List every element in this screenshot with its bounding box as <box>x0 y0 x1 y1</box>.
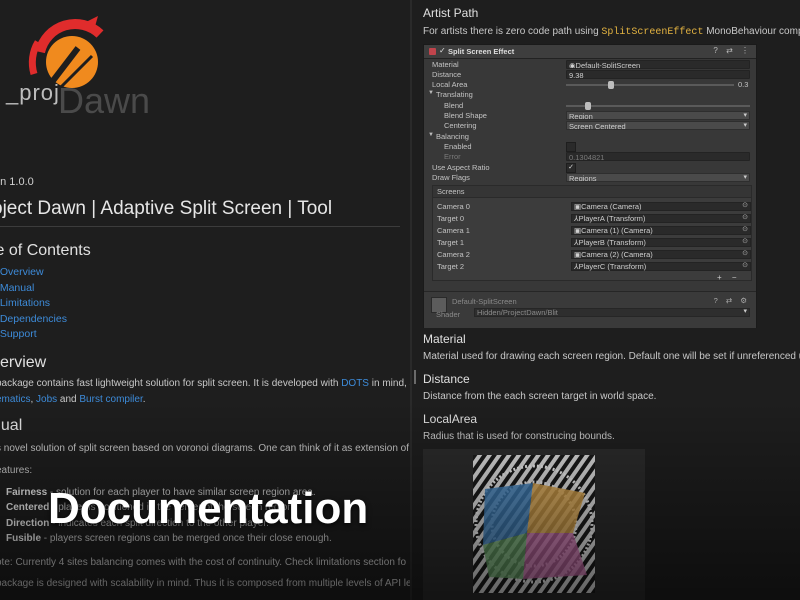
camera-1-field[interactable]: ▣Camera (1) (Camera) <box>571 226 751 235</box>
artist-path-text: For artists there is zero code path usin… <box>423 26 800 38</box>
aspect-ratio-row: Use Aspect Ratio ✓ <box>424 163 756 173</box>
shader-dropdown[interactable]: Hidden/ProjectDawn/Blit <box>474 308 750 317</box>
shader-label: Shader <box>436 310 461 319</box>
logo-proj-text: _proj <box>6 80 60 105</box>
error-field: 0.1304821 <box>566 152 750 161</box>
overview-line-2: ematics, Jobs and Burst compiler. <box>0 394 146 405</box>
slider-knob[interactable] <box>585 102 592 110</box>
toc-item[interactable]: . Manual <box>0 282 67 298</box>
enabled-checkbox[interactable] <box>566 142 576 152</box>
blend-slider[interactable] <box>566 102 750 110</box>
unity-inspector-screenshot: ✓ Split Screen Effect ? ⇄ ⋮ Material ◉De… <box>423 44 757 328</box>
toc-link-support[interactable]: Support <box>0 328 37 340</box>
aspect-ratio-checkbox[interactable]: ✓ <box>566 163 576 173</box>
dots-link[interactable]: DOTS <box>341 378 369 389</box>
jobs-link[interactable]: Jobs <box>36 394 57 405</box>
enabled-row: Enabled <box>424 142 756 152</box>
distance-description: Distance from the each screen target in … <box>423 391 657 402</box>
toc-link-limitations[interactable]: Limitations <box>0 297 50 309</box>
material-row: Material ◉Default-SplitScreen <box>424 60 756 70</box>
localarea-heading: LocalArea <box>423 412 478 426</box>
features-label: eatures: <box>0 465 33 476</box>
draw-flags-row: Draw Flags Regions <box>424 173 756 183</box>
screens-list: Screens Camera 0 ▣Camera (Camera) Target… <box>432 185 752 281</box>
split-screen-effect-code: SplitScreenEffect <box>601 27 704 38</box>
manual-scalability: package is designed with scalability in … <box>0 578 410 589</box>
target-1-field[interactable]: ⅄PlayerB (Transform) <box>571 238 751 247</box>
table-of-contents: . Overview . Manual . Limitations . Depe… <box>0 266 67 344</box>
blend-shape-dropdown[interactable]: Region <box>566 111 750 120</box>
local-area-row: Local Area 0.3 <box>424 80 756 90</box>
toc-link-manual[interactable]: Manual <box>0 282 34 294</box>
toc-item[interactable]: . Support <box>0 328 67 344</box>
title-divider <box>0 226 400 227</box>
target-0-field[interactable]: ⅄PlayerA (Transform) <box>571 214 751 223</box>
material-tools-icons[interactable]: ? ⇄ ⚙ <box>714 296 750 305</box>
list-item: Target 1 ⅄PlayerB (Transform) <box>437 238 769 248</box>
draw-flags-dropdown[interactable]: Regions <box>566 173 750 182</box>
distance-row: Distance 9.38 <box>424 70 756 80</box>
foldout-arrow-icon[interactable]: ▼ <box>428 132 434 138</box>
list-item: Camera 1 ▣Camera (1) (Camera) <box>437 226 769 236</box>
logo-dawn-text: Dawn <box>58 80 151 121</box>
artist-path-heading: Artist Path <box>423 6 479 20</box>
component-title: Split Screen Effect <box>448 47 515 56</box>
distance-input[interactable]: 9.38 <box>566 70 750 79</box>
script-icon <box>429 48 436 55</box>
material-name: Default-SplitScreen <box>452 297 517 306</box>
material-description: Material used for drawing each screen re… <box>423 351 800 362</box>
translating-row: ▼ Translating <box>428 90 473 99</box>
page-title: oject Dawn | Adaptive Split Screen | Too… <box>0 198 333 219</box>
toc-item[interactable]: . Limitations <box>0 297 67 313</box>
foldout-arrow-icon[interactable]: ▼ <box>428 90 434 96</box>
documentation-overlay-title: Documentation <box>48 484 369 533</box>
slider-knob[interactable] <box>608 81 615 89</box>
local-area-slider[interactable] <box>566 81 734 89</box>
overview-heading: verview <box>0 354 47 371</box>
mathematics-link[interactable]: ematics <box>0 394 30 405</box>
manual-note: ote: Currently 4 sites balancing comes w… <box>0 557 407 568</box>
material-heading: Material <box>423 332 466 346</box>
toc-item[interactable]: . Dependencies <box>0 313 67 329</box>
toc-item[interactable]: . Overview <box>0 266 67 282</box>
local-area-value: 0.3 <box>738 80 749 89</box>
list-item: Target 0 ⅄PlayerA (Transform) <box>437 214 769 224</box>
camera-0-field[interactable]: ▣Camera (Camera) <box>571 202 751 211</box>
overview-line-1: package contains fast lightweight soluti… <box>0 378 410 389</box>
toc-link-dependencies[interactable]: Dependencies <box>0 313 67 325</box>
target-2-field[interactable]: ⅄PlayerC (Transform) <box>571 262 751 271</box>
version-text: on 1.0.0 <box>0 176 34 188</box>
manual-intro: s novel solution of split screen based o… <box>0 443 410 454</box>
distance-heading: Distance <box>423 372 470 386</box>
feature-item: Fusible - players screen regions can be … <box>6 533 332 544</box>
voronoi-preview-image <box>423 449 645 600</box>
toc-heading: le of Contents <box>0 242 91 259</box>
component-header: ✓ Split Screen Effect ? ⇄ ⋮ <box>424 45 756 59</box>
right-document-panel: Artist Path For artists there is zero co… <box>412 0 800 600</box>
material-preview-block: Default-SplitScreen ? ⇄ ⚙ Shader Hidden/… <box>424 291 756 328</box>
screens-list-header: Screens <box>433 186 751 198</box>
balancing-row: ▼ Balancing <box>428 132 469 141</box>
toc-link-overview[interactable]: Overview <box>0 266 44 278</box>
material-field[interactable]: ◉Default-SplitScreen <box>566 60 750 69</box>
error-row: Error 0.1304821 <box>424 152 756 162</box>
list-item: Camera 0 ▣Camera (Camera) <box>437 202 769 212</box>
add-remove-buttons[interactable]: + − <box>717 273 741 282</box>
header-tools-icons: ? ⇄ ⋮ <box>713 46 752 55</box>
burst-link[interactable]: Burst compiler <box>79 394 142 405</box>
blend-row: Blend <box>424 101 756 111</box>
scroll-marker <box>414 370 416 384</box>
localarea-description: Radius that is used for construcing boun… <box>423 431 615 442</box>
blend-shape-row: Blend Shape Region <box>424 111 756 121</box>
camera-2-field[interactable]: ▣Camera (2) (Camera) <box>571 250 751 259</box>
centering-row: Centering Screen Centered <box>424 121 756 131</box>
enabled-check-icon: ✓ <box>439 46 446 55</box>
list-item: Target 2 ⅄PlayerC (Transform) <box>437 262 769 272</box>
centering-dropdown[interactable]: Screen Centered <box>566 121 750 130</box>
manual-heading: nual <box>0 417 23 434</box>
list-item: Camera 2 ▣Camera (2) (Camera) <box>437 250 769 260</box>
